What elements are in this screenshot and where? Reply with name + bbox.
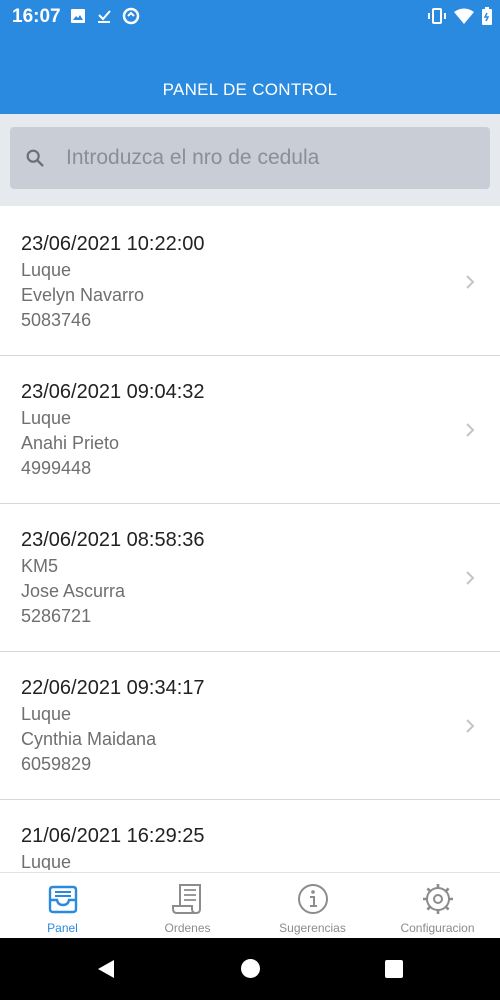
bottom-nav: Panel Ordenes Sugerencias Configuracion: [0, 872, 500, 938]
record-cedula: 4999448: [21, 458, 92, 478]
tab-ordenes-label: Ordenes: [164, 921, 211, 935]
record-location: Luque: [21, 852, 72, 870]
record-location: KM5: [21, 556, 59, 576]
status-bar: 16:07: [0, 0, 500, 32]
chevron-right-icon: [466, 423, 475, 437]
tab-sugerencias[interactable]: Sugerencias: [250, 873, 375, 938]
tab-panel-label: Panel: [47, 921, 78, 935]
chevron-right-icon: [466, 571, 475, 585]
data-saver-icon: [122, 7, 140, 25]
system-nav-bar: [0, 938, 500, 1000]
gear-icon: [422, 884, 453, 914]
records-list: 23/06/2021 10:22:00 Luque Evelyn Navarro…: [0, 208, 500, 870]
back-icon[interactable]: [96, 959, 116, 979]
record-location: Luque: [21, 704, 72, 724]
record-datetime: 22/06/2021 09:34:17: [21, 677, 205, 699]
wifi-icon: [454, 8, 474, 24]
receipt-icon: [171, 884, 201, 914]
status-notification-icons: [70, 6, 140, 26]
search-section: [0, 114, 500, 206]
battery-icon: [482, 7, 492, 25]
record-cedula: 5083746: [21, 310, 92, 330]
app-bar: PANEL DE CONTROL: [0, 32, 500, 114]
status-system-icons: [428, 6, 492, 26]
chevron-right-icon: [466, 719, 475, 733]
list-item[interactable]: 22/06/2021 09:34:17 Luque Cynthia Maidan…: [0, 652, 500, 800]
record-datetime: 23/06/2021 10:22:00: [21, 233, 205, 255]
list-item[interactable]: 23/06/2021 09:04:32 Luque Anahi Prieto 4…: [0, 356, 500, 504]
record-location: Luque: [21, 260, 72, 280]
record-name: Cynthia Maidana: [21, 729, 157, 749]
search-icon: [26, 149, 44, 167]
cedula-search-input[interactable]: [66, 137, 476, 179]
status-time: 16:07: [12, 6, 61, 27]
record-datetime: 23/06/2021 08:58:36: [21, 529, 205, 551]
image-notification-icon: [71, 9, 85, 23]
inbox-icon: [48, 885, 77, 914]
recents-icon[interactable]: [385, 960, 403, 978]
tab-configuracion[interactable]: Configuracion: [375, 873, 500, 938]
record-cedula: 6059829: [21, 754, 92, 774]
record-name: Anahi Prieto: [21, 433, 120, 453]
tab-configuracion-label: Configuracion: [400, 921, 475, 935]
download-done-icon: [98, 10, 111, 23]
vibrate-icon: [428, 8, 446, 24]
list-item[interactable]: 23/06/2021 08:58:36 KM5 Jose Ascurra 528…: [0, 504, 500, 652]
record-datetime: 21/06/2021 16:29:25: [21, 825, 205, 847]
record-cedula: 5286721: [21, 606, 92, 626]
record-name: Jose Ascurra: [21, 581, 126, 601]
home-icon[interactable]: [241, 959, 260, 978]
info-icon: [297, 884, 328, 914]
record-datetime: 23/06/2021 09:04:32: [21, 381, 205, 403]
record-name: Evelyn Navarro: [21, 285, 145, 305]
record-location: Luque: [21, 408, 72, 428]
chevron-right-icon: [466, 275, 475, 289]
tab-ordenes[interactable]: Ordenes: [125, 873, 250, 938]
list-item[interactable]: 21/06/2021 16:29:25 Luque: [0, 800, 500, 870]
tab-panel[interactable]: Panel: [0, 873, 125, 938]
list-item[interactable]: 23/06/2021 10:22:00 Luque Evelyn Navarro…: [0, 208, 500, 356]
search-box[interactable]: [10, 127, 490, 189]
tab-sugerencias-label: Sugerencias: [279, 921, 346, 935]
page-title: PANEL DE CONTROL: [162, 80, 338, 99]
